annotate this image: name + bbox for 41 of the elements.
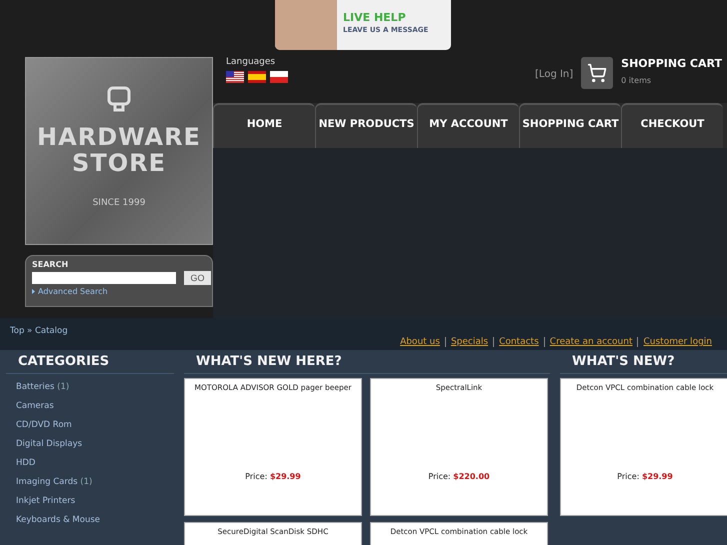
category-link[interactable]: Keyboards & Mouse: [6, 515, 174, 534]
header-link[interactable]: Customer login: [637, 337, 717, 347]
monitor-icon: [106, 86, 132, 114]
section-heading: WHAT'S NEW?: [560, 350, 727, 374]
product-price: Price: $220.00: [428, 472, 490, 481]
category-link[interactable]: Batteries (1): [6, 382, 174, 401]
flag-icon[interactable]: [270, 71, 288, 83]
product-price: Price: $29.99: [617, 472, 673, 481]
go-button[interactable]: GO: [184, 271, 211, 285]
nav-tab[interactable]: NEW PRODUCTS: [315, 103, 417, 148]
nav-tab[interactable]: HOME: [213, 103, 315, 148]
search-field[interactable]: [32, 272, 176, 284]
header-link[interactable]: Create an account: [544, 337, 638, 347]
nav-tab[interactable]: CHECKOUT: [621, 103, 723, 148]
category-link[interactable]: Cameras: [6, 401, 174, 420]
banner-title: LIVE HELP: [343, 11, 407, 24]
cart-title[interactable]: SHOPPING CART: [621, 57, 722, 70]
photo-placeholder: [275, 0, 337, 50]
bullet-icon: [32, 289, 35, 294]
login-link[interactable]: [Log In]: [535, 69, 574, 80]
nav-tab[interactable]: SHOPPING CART: [519, 103, 621, 148]
category-link[interactable]: HDD: [6, 458, 174, 477]
header-link[interactable]: Contacts: [493, 337, 544, 347]
advanced-search-link[interactable]: Advanced Search: [38, 287, 108, 296]
header-link[interactable]: Specials: [444, 337, 494, 347]
category-link[interactable]: Digital Displays: [6, 439, 174, 458]
product-price: Price: $29.99: [245, 472, 301, 481]
search-title: SEARCH: [32, 260, 70, 269]
category-link[interactable]: Imaging Cards (1): [6, 477, 174, 496]
languages-label: Languages: [226, 57, 276, 67]
categories-heading: CATEGORIES: [6, 350, 174, 374]
cart-icon[interactable]: [581, 57, 614, 89]
logo[interactable]: HARDWARE STORE SINCE 1999: [25, 57, 213, 245]
flag-icon[interactable]: [226, 71, 244, 83]
nav-tab[interactable]: MY ACCOUNT: [417, 103, 519, 148]
cart-count: 0 items: [621, 76, 652, 85]
category-link[interactable]: Inkjet Printers: [6, 496, 174, 515]
header-link[interactable]: About us: [395, 337, 445, 347]
breadcrumb[interactable]: Top » Catalog: [10, 326, 68, 350]
section-heading: WHAT'S NEW HERE?: [184, 350, 550, 374]
category-link[interactable]: CD/DVD Rom: [6, 420, 174, 439]
